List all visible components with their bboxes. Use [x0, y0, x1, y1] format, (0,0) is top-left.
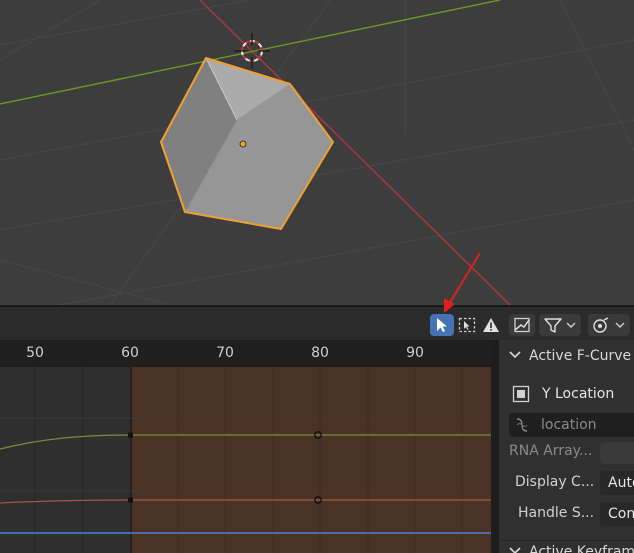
- chevron-down-icon: [509, 544, 521, 553]
- data-path-text: location: [541, 417, 597, 433]
- keyframe-point: [128, 432, 133, 438]
- chevron-down-icon: [509, 348, 521, 364]
- normalize-button[interactable]: [509, 314, 535, 336]
- filter-icon: [543, 317, 577, 333]
- handle-smoothing-dropdown[interactable]: Con: [600, 502, 634, 526]
- handle-smoothing-label: Handle S...: [518, 505, 595, 521]
- display-color-dropdown[interactable]: Auto: [600, 471, 634, 495]
- ruler-label: 60: [121, 345, 139, 361]
- active-fcurve-panel-header[interactable]: Active F-Curve: [509, 348, 631, 364]
- graph-editor-header: [0, 306, 634, 341]
- rna-array-label: RNA Array...: [509, 443, 593, 459]
- frame-ruler[interactable]: 50 60 70 80 90: [0, 340, 491, 367]
- proportional-editing-dropdown[interactable]: [588, 314, 630, 336]
- curve-name: Y Location: [542, 386, 615, 402]
- select-tool-icon: [435, 317, 449, 333]
- selected-cube[interactable]: [160, 57, 334, 230]
- 3d-viewport[interactable]: [0, 0, 634, 305]
- panel-title: Active Keyframe: [529, 544, 634, 553]
- normalize-icon: [513, 317, 531, 333]
- graph-editor-canvas[interactable]: [0, 367, 491, 553]
- sidebar-panel: Active F-Curve Y Location location RNA A…: [499, 340, 634, 553]
- rna-array-index-field[interactable]: [600, 442, 634, 464]
- proportional-editing-icon: [592, 317, 626, 333]
- keyframe-point: [128, 497, 133, 503]
- preview-range-region: [131, 367, 491, 553]
- warning-icon: [482, 317, 500, 333]
- only-show-errors-button[interactable]: [480, 314, 502, 336]
- fcurve-icon: [512, 385, 530, 407]
- ruler-label: 80: [311, 345, 329, 361]
- box-select-button[interactable]: [455, 314, 479, 336]
- display-color-label: Display C...: [515, 474, 595, 490]
- select-tool-button[interactable]: [430, 314, 454, 336]
- active-keyframe-panel-header[interactable]: Active Keyframe: [509, 544, 634, 553]
- panel-title: Active F-Curve: [529, 348, 632, 364]
- region-splitter[interactable]: [491, 340, 499, 553]
- ruler-label: 70: [216, 345, 234, 361]
- ruler-label: 50: [26, 345, 44, 361]
- driver-curve-icon: [514, 417, 530, 437]
- panel-divider: [499, 540, 634, 541]
- box-select-icon: [458, 317, 476, 333]
- filters-dropdown[interactable]: [539, 314, 581, 336]
- ruler-label: 90: [406, 345, 424, 361]
